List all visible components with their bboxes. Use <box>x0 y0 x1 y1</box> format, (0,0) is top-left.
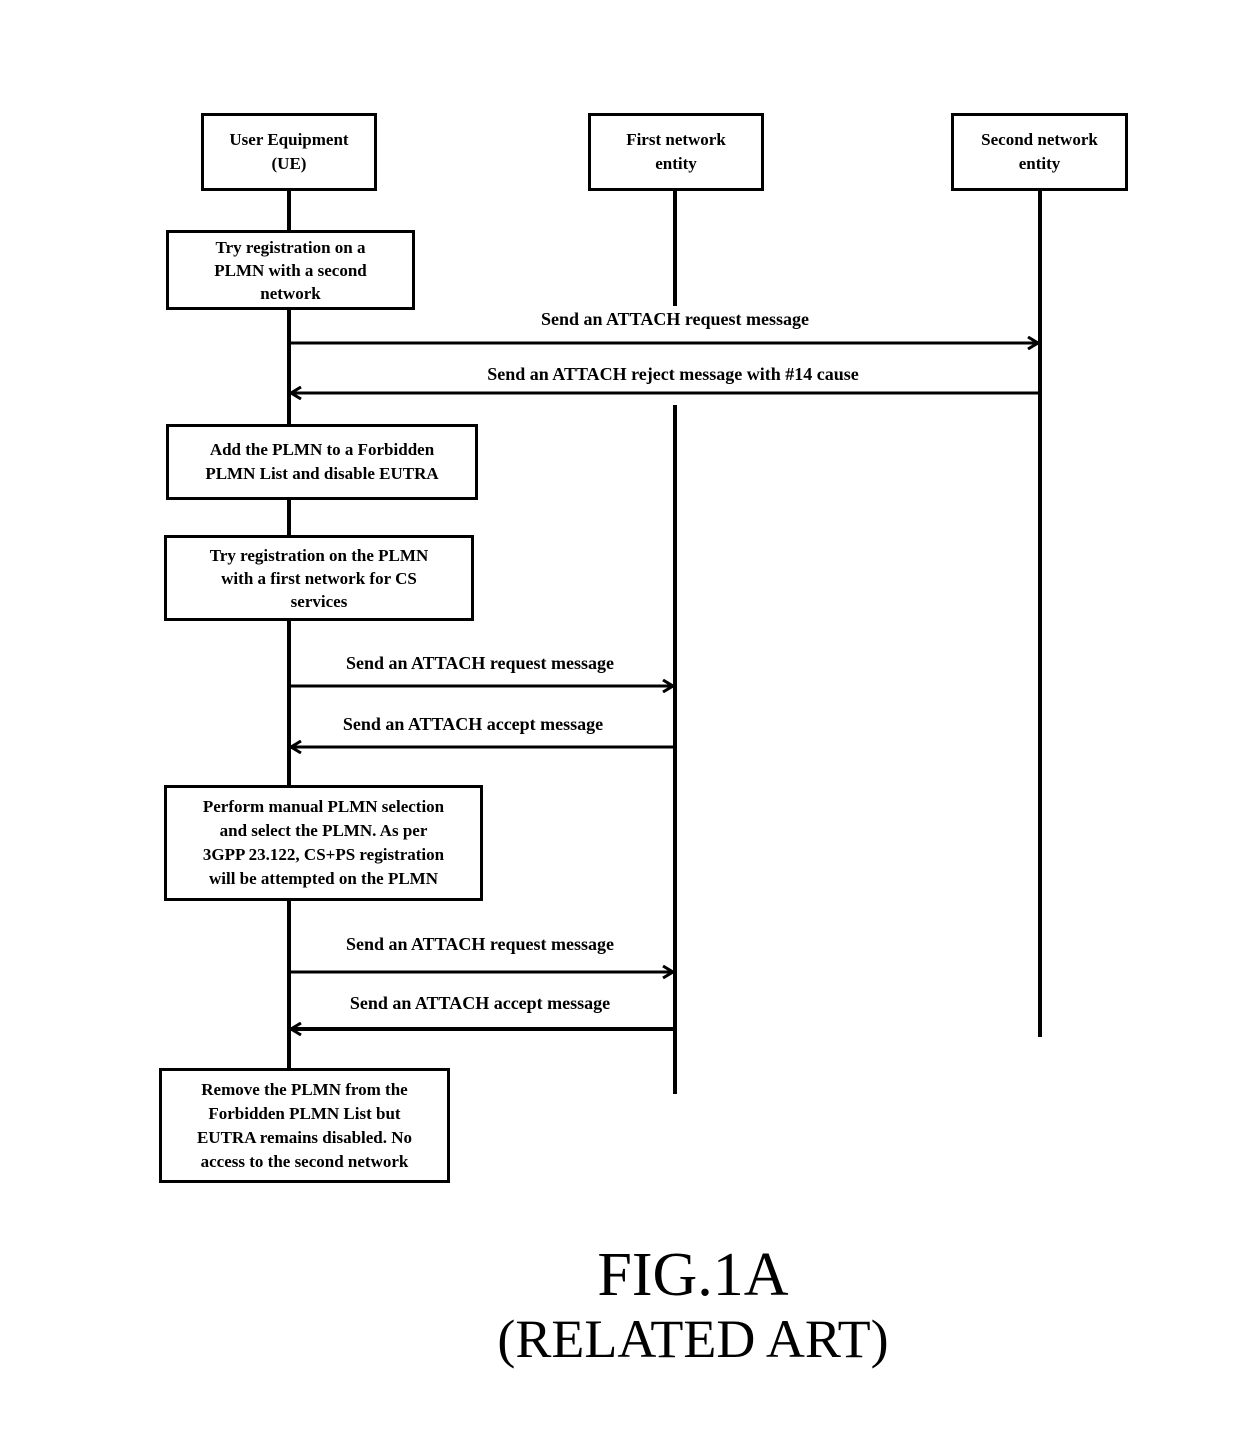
step-remove-forbidden-plmn: Remove the PLMN from the Forbidden PLMN … <box>159 1068 450 1183</box>
message-label-1: Send an ATTACH request message <box>540 309 810 329</box>
step-manual-plmn-selection: Perform manual PLMN selection and select… <box>164 785 483 901</box>
message-label-2: Send an ATTACH reject message with #14 c… <box>487 364 859 384</box>
step-try-registration-second-network: Try registration on a PLMN with a second… <box>166 230 415 310</box>
figure-title: FIG.1A <box>597 1241 789 1309</box>
entity-first-network: First network entity <box>588 113 764 191</box>
message-label-5: Send an ATTACH request message <box>345 934 615 954</box>
entity-ue: User Equipment (UE) <box>201 113 377 191</box>
step-add-forbidden-plmn: Add the PLMN to a Forbidden PLMN List an… <box>166 424 478 500</box>
figure-subtitle: (RELATED ART) <box>497 1309 889 1369</box>
message-label-3: Send an ATTACH request message <box>345 653 615 673</box>
entity-second-network: Second network entity <box>951 113 1128 191</box>
step-try-registration-first-network: Try registration on the PLMN with a firs… <box>164 535 474 621</box>
message-label-4: Send an ATTACH accept message <box>342 714 604 734</box>
message-label-6: Send an ATTACH accept message <box>349 993 611 1013</box>
